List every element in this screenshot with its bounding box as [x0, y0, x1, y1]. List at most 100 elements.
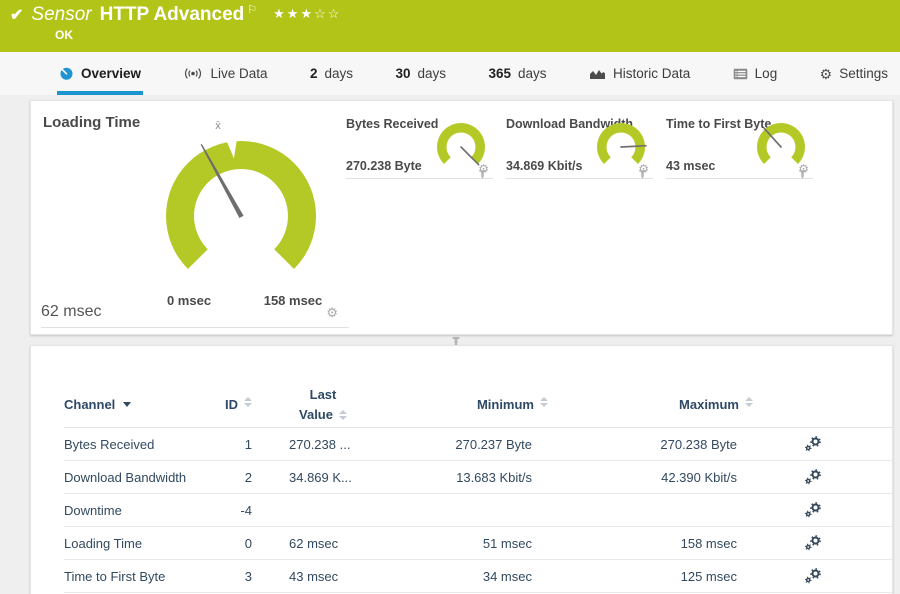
- column-header-id[interactable]: ID: [224, 397, 268, 412]
- column-header-minimum[interactable]: Minimum: [418, 397, 548, 412]
- channel-name: Loading Time: [64, 535, 143, 551]
- channel-last-value: 270.238 ...: [289, 436, 351, 452]
- edit-channel-gears-icon[interactable]: [804, 535, 822, 551]
- status-badge: OK: [55, 28, 73, 42]
- tab-365-days[interactable]: 365 days: [486, 52, 548, 95]
- channel-name: Bytes Received: [64, 436, 155, 452]
- gauge-title: Time to First Byte: [666, 117, 772, 131]
- tab-number: 365: [488, 66, 511, 81]
- edit-channel-gears-icon[interactable]: [804, 568, 822, 584]
- average-marker-notch: [225, 137, 238, 159]
- gauge-title: Bytes Received: [346, 117, 439, 131]
- gauge-settings-gear-icon[interactable]: ⚙: [638, 163, 649, 175]
- area-chart-icon: [589, 70, 605, 79]
- divider: [506, 178, 653, 179]
- gauge-dial: [166, 137, 316, 270]
- tab-overview[interactable]: Overview: [57, 52, 144, 95]
- sort-icon: [745, 397, 753, 412]
- channel-maximum: 42.390 Kbit/s: [661, 469, 737, 485]
- channels-panel: Channel ID Last Value Minimum Maximum By…: [30, 345, 893, 594]
- channel-name: Download Bandwidth: [64, 469, 187, 485]
- tab-label: Live Data: [210, 66, 268, 81]
- gauge-current-value: 43 msec: [666, 159, 716, 173]
- gauge-settings-gear-icon[interactable]: ⚙: [798, 163, 809, 175]
- loading-time-gauge: Loading Time x̄ 0 msec 158 msec 62 msec …: [31, 101, 460, 348]
- table-header-row: Channel ID Last Value Minimum Maximum: [64, 382, 892, 428]
- bytes-received-gauge: Bytes Received 270.238 Byte ⚙: [346, 115, 493, 181]
- live-data-icon: [185, 68, 202, 79]
- object-kind-label: Sensor: [31, 4, 92, 25]
- channel-id: 0: [244, 535, 252, 551]
- gauge-current-value: 34.869 Kbit/s: [506, 159, 583, 173]
- tab-2-days[interactable]: 2 days: [308, 52, 355, 95]
- channel-id: 3: [244, 568, 252, 584]
- tab-log[interactable]: Log: [731, 52, 780, 95]
- column-header-last-value[interactable]: Last Value: [268, 385, 418, 424]
- sort-icon: [338, 410, 347, 421]
- divider: [346, 178, 493, 179]
- channel-name: Downtime: [64, 502, 122, 518]
- gauge-current-value: 62 msec: [41, 303, 102, 320]
- gauge-current-value: 270.238 Byte: [346, 159, 422, 173]
- status-check-icon: ✔: [10, 7, 24, 24]
- tab-label: Overview: [81, 66, 142, 81]
- channel-minimum: 270.237 Byte: [455, 436, 532, 452]
- gauge-needle: [763, 127, 782, 148]
- sensor-header: ✔ Sensor HTTP Advanced ⚐ ★★★☆☆ OK: [0, 0, 900, 52]
- channels-table: Channel ID Last Value Minimum Maximum By…: [31, 382, 892, 593]
- gauge-title: Loading Time: [43, 114, 141, 131]
- channel-id: -4: [240, 502, 252, 518]
- table-row[interactable]: Loading Time 0 62 msec 51 msec 158 msec: [64, 527, 892, 560]
- tab-label: Historic Data: [612, 66, 691, 81]
- gauge-needle: [460, 146, 480, 166]
- gauge-scale-min: 0 msec: [166, 293, 212, 308]
- channel-maximum: 270.238 Byte: [660, 436, 737, 452]
- channel-id: 1: [244, 436, 252, 452]
- edit-channel-gears-icon[interactable]: [804, 469, 822, 485]
- table-row[interactable]: Download Bandwidth 2 34.869 K... 13.683 …: [64, 461, 892, 494]
- channel-last-value: 34.869 K...: [289, 469, 352, 485]
- channel-minimum: 34 msec: [482, 568, 532, 584]
- gauge-icon: [60, 67, 73, 80]
- small-gauges-row: Bytes Received 270.238 Byte ⚙ Download B…: [346, 115, 813, 181]
- edit-channel-gears-icon[interactable]: [804, 502, 822, 518]
- table-row[interactable]: Downtime -4: [64, 494, 892, 527]
- channel-minimum: 13.683 Kbit/s: [456, 469, 532, 485]
- tab-label: days: [417, 66, 447, 81]
- tab-label: Log: [754, 66, 778, 81]
- priority-stars[interactable]: ★★★☆☆: [273, 6, 341, 22]
- tab-label: days: [517, 66, 547, 81]
- gear-icon: ⚙: [819, 65, 833, 82]
- tab-live-data[interactable]: Live Data: [181, 52, 269, 95]
- flag-icon[interactable]: ⚐: [247, 3, 257, 16]
- tab-30-days[interactable]: 30 days: [393, 52, 448, 95]
- channel-minimum: 51 msec: [482, 535, 532, 551]
- tab-settings[interactable]: ⚙ Settings: [818, 52, 890, 95]
- table-row[interactable]: Time to First Byte 3 43 msec 34 msec 125…: [64, 560, 892, 593]
- tab-number: 2: [309, 66, 318, 81]
- column-header-channel[interactable]: Channel: [64, 397, 224, 412]
- gauge-settings-gear-icon[interactable]: ⚙: [478, 163, 489, 175]
- tab-historic-data[interactable]: Historic Data: [587, 52, 692, 95]
- gauge-needle: [200, 143, 244, 219]
- channel-last-value: 62 msec: [289, 535, 339, 551]
- column-header-maximum[interactable]: Maximum: [548, 397, 753, 412]
- channel-id: 2: [244, 469, 252, 485]
- download-bandwidth-gauge: Download Bandwidth 34.869 Kbit/s ⚙: [506, 115, 653, 181]
- average-marker-label: x̄: [215, 120, 221, 132]
- gauge-settings-gear-icon[interactable]: ⚙: [326, 306, 338, 319]
- divider: [666, 178, 813, 179]
- tab-bar: Overview Live Data 2 days 30 days 365 da…: [0, 52, 900, 95]
- gauge-scale-max: 158 msec: [263, 293, 323, 308]
- channel-name: Time to First Byte: [64, 568, 166, 584]
- log-list-icon: [733, 68, 747, 79]
- tab-label: days: [324, 66, 354, 81]
- table-row[interactable]: Bytes Received 1 270.238 ... 270.237 Byt…: [64, 428, 892, 461]
- sort-icon: [244, 397, 252, 412]
- page-title: HTTP Advanced: [99, 4, 245, 25]
- channel-maximum: 125 msec: [680, 568, 737, 584]
- time-to-first-byte-gauge: Time to First Byte 43 msec ⚙: [666, 115, 813, 181]
- tab-number: 30: [395, 66, 411, 81]
- gauges-panel: Loading Time x̄ 0 msec 158 msec 62 msec …: [30, 100, 893, 348]
- edit-channel-gears-icon[interactable]: [804, 436, 822, 452]
